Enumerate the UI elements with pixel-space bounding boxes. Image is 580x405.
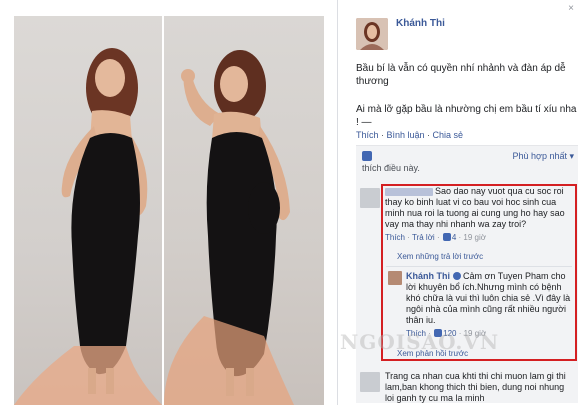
- commenter-avatar[interactable]: [360, 372, 380, 392]
- reply: Khánh Thi Cảm ơn Tuyen Pham cho lời khuy…: [386, 266, 572, 339]
- close-icon[interactable]: ×: [568, 3, 574, 14]
- avatar-image: [356, 18, 388, 50]
- comment: Sao dao nay vuot qua cu soc roi thay ko …: [385, 186, 571, 243]
- post-action-bar: Thích · Bình luận · Chia sẻ: [356, 130, 463, 140]
- verified-icon: [452, 272, 461, 280]
- post-line-2: Ai mà lỡ gặp bầu là nhường chị em bầu tí…: [356, 104, 577, 128]
- avatar[interactable]: [356, 18, 388, 50]
- view-previous-replies-link[interactable]: Xem những trả lời trước: [397, 252, 483, 261]
- like-link[interactable]: Thích: [356, 130, 379, 140]
- comment: Trang ca nhan cua khti thi chi muon lam …: [385, 371, 571, 404]
- post-author: Khánh Thi: [356, 18, 445, 50]
- photo-viewer[interactable]: [0, 0, 338, 405]
- photo[interactable]: [14, 16, 324, 405]
- commenter-avatar[interactable]: [360, 188, 380, 208]
- separator: ·: [424, 130, 433, 140]
- photo-right-pose: [164, 16, 324, 405]
- woman-left-illustration: [14, 48, 162, 405]
- comment-reply-link[interactable]: Trả lời: [412, 233, 435, 242]
- reply-author-name[interactable]: Khánh Thi: [406, 271, 450, 281]
- comment-body: Sao dao nay vuot qua cu soc roi thay ko …: [385, 186, 571, 230]
- post-line-1: Bầu bí là vẫn có quyền nhí nhảnh và đàn …: [356, 63, 566, 87]
- thumbs-up-icon: [442, 233, 451, 241]
- separator: ·: [378, 130, 387, 140]
- like-icon: [362, 151, 372, 161]
- comment-sort-dropdown[interactable]: Phù hợp nhất ▾: [513, 151, 574, 162]
- comment-text: Trang ca nhan cua khti thi chi muon lam …: [385, 371, 566, 403]
- likes-summary[interactable]: thích điều này.: [362, 163, 420, 173]
- comment-like-count[interactable]: 4: [452, 233, 456, 242]
- woman-right-illustration: [164, 50, 294, 405]
- comment-meta: Thích · Trả lời · 4 · 19 giờ: [385, 233, 486, 242]
- reply-body: Khánh Thi Cảm ơn Tuyen Pham cho lời khuy…: [406, 271, 572, 339]
- comment-time[interactable]: 19 giờ: [463, 233, 486, 242]
- photo-left-pose: [14, 16, 162, 405]
- comment-link[interactable]: Bình luận: [387, 130, 425, 140]
- comment-author-redacted[interactable]: [385, 187, 433, 196]
- watermark-logo: NGOISAO.VN: [340, 330, 500, 354]
- post-author-name[interactable]: Khánh Thi: [396, 18, 445, 29]
- share-link[interactable]: Chia sẻ: [433, 130, 464, 140]
- reply-author-avatar[interactable]: [388, 271, 402, 285]
- comment-like-link[interactable]: Thích: [385, 233, 405, 242]
